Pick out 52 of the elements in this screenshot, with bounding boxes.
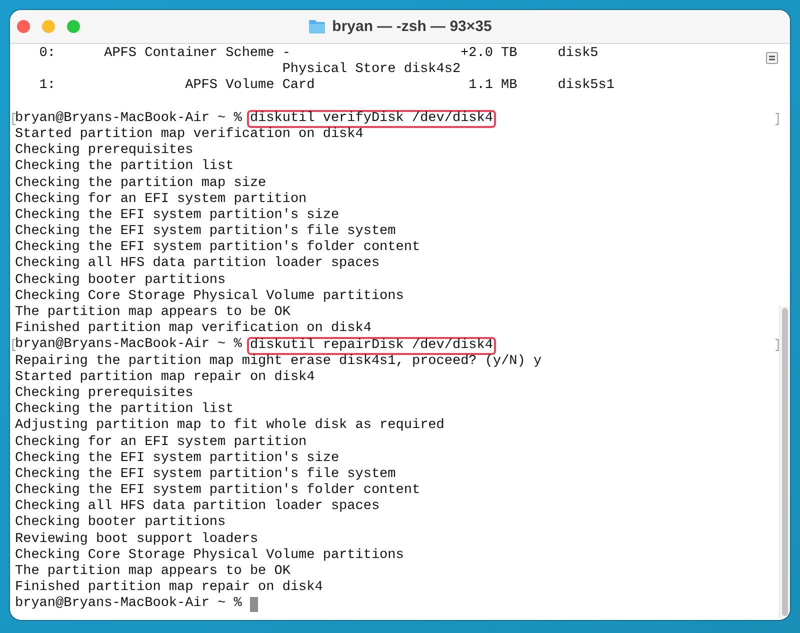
table-cell: APFS Container Scheme [104,46,274,62]
scrollbar[interactable] [779,306,790,618]
window-title: bryan — -zsh — 93×35 [332,18,492,35]
output-line: Checking the partition map size [15,176,266,192]
minimize-icon[interactable] [42,20,55,33]
command-text: diskutil verifyDisk /dev/disk4 [246,110,496,128]
output-line: Finished partition map verification on disk4 [15,321,372,337]
output-line: Checking the EFI system partition's folder content [15,240,420,256]
output-line: The partition map appears to be OK [15,305,290,321]
output-line: Finished partition map repair on disk4 [15,580,323,596]
table-cell: disk5s1 [558,78,614,95]
output-line: Checking the EFI system partition's size [15,450,340,467]
output-line: Checking booter partitions [15,272,226,289]
output-line: Checking for an EFI system partition [15,192,307,208]
output-line: Checking for an EFI system partition [15,434,307,451]
output-line: Started partition map verification on disk4 [15,126,364,143]
lines-icon[interactable] [766,52,778,64]
table-cell: disk5 [558,46,598,62]
prompt-text: bryan@Bryans-MacBook-Air ~ % [15,337,242,354]
output-line: Checking the EFI system partition's size [15,208,340,224]
table-cell: 1: [39,78,56,95]
output-line: Checking the EFI system partition's file system [15,224,396,240]
output-line: Checking prerequisites [15,143,194,159]
output-line: Started partition map repair on disk4 [15,370,315,386]
output-line: Reviewing boot support loaders [15,532,258,548]
output-line: Checking prerequisites [15,386,194,402]
close-icon[interactable] [17,20,30,33]
output-line: Checking booter partitions [15,515,226,532]
output-line: Checking the EFI system partition's file system [15,466,396,483]
output-line: Checking Core Storage Physical Volume partitions [15,288,404,305]
table-cell: 1.1 MB [468,78,518,95]
output-line: Checking all HFS data partition loader spaces [15,499,380,515]
output-line: Checking the partition list [15,402,234,418]
table-cell: Card [282,78,315,95]
folder-icon [308,19,326,34]
output-line: Adjusting partition map to fit whole disk as required [15,418,444,435]
table-cell: 0: [39,46,56,62]
output-line: Repairing the partition map might erase disk4s1, proceed? (y/N) y [15,354,542,370]
table-cell: +2.0 TB [460,46,518,62]
output-line: Checking the partition list [15,159,234,176]
command-text: diskutil repairDisk /dev/disk4 [246,336,496,355]
output-line: Checking all HFS data partition loader spaces [15,256,380,273]
prompt-text: bryan@Bryans-MacBook-Air ~ % [15,110,242,127]
output-line: Checking the EFI system partition's folder content [15,483,420,499]
prompt-text: bryan@Bryans-MacBook-Air ~ % [15,596,242,613]
table-cell: APFS Volume [185,78,274,95]
output-line: The partition map appears to be OK [15,564,290,580]
table-cell-text: - [282,46,290,62]
zoom-icon[interactable] [67,20,80,33]
scroll-thumb[interactable] [782,308,788,616]
output-line: Checking Core Storage Physical Volume partitions [15,548,404,564]
table-cell-text: Physical Store disk4s2 [282,62,461,78]
